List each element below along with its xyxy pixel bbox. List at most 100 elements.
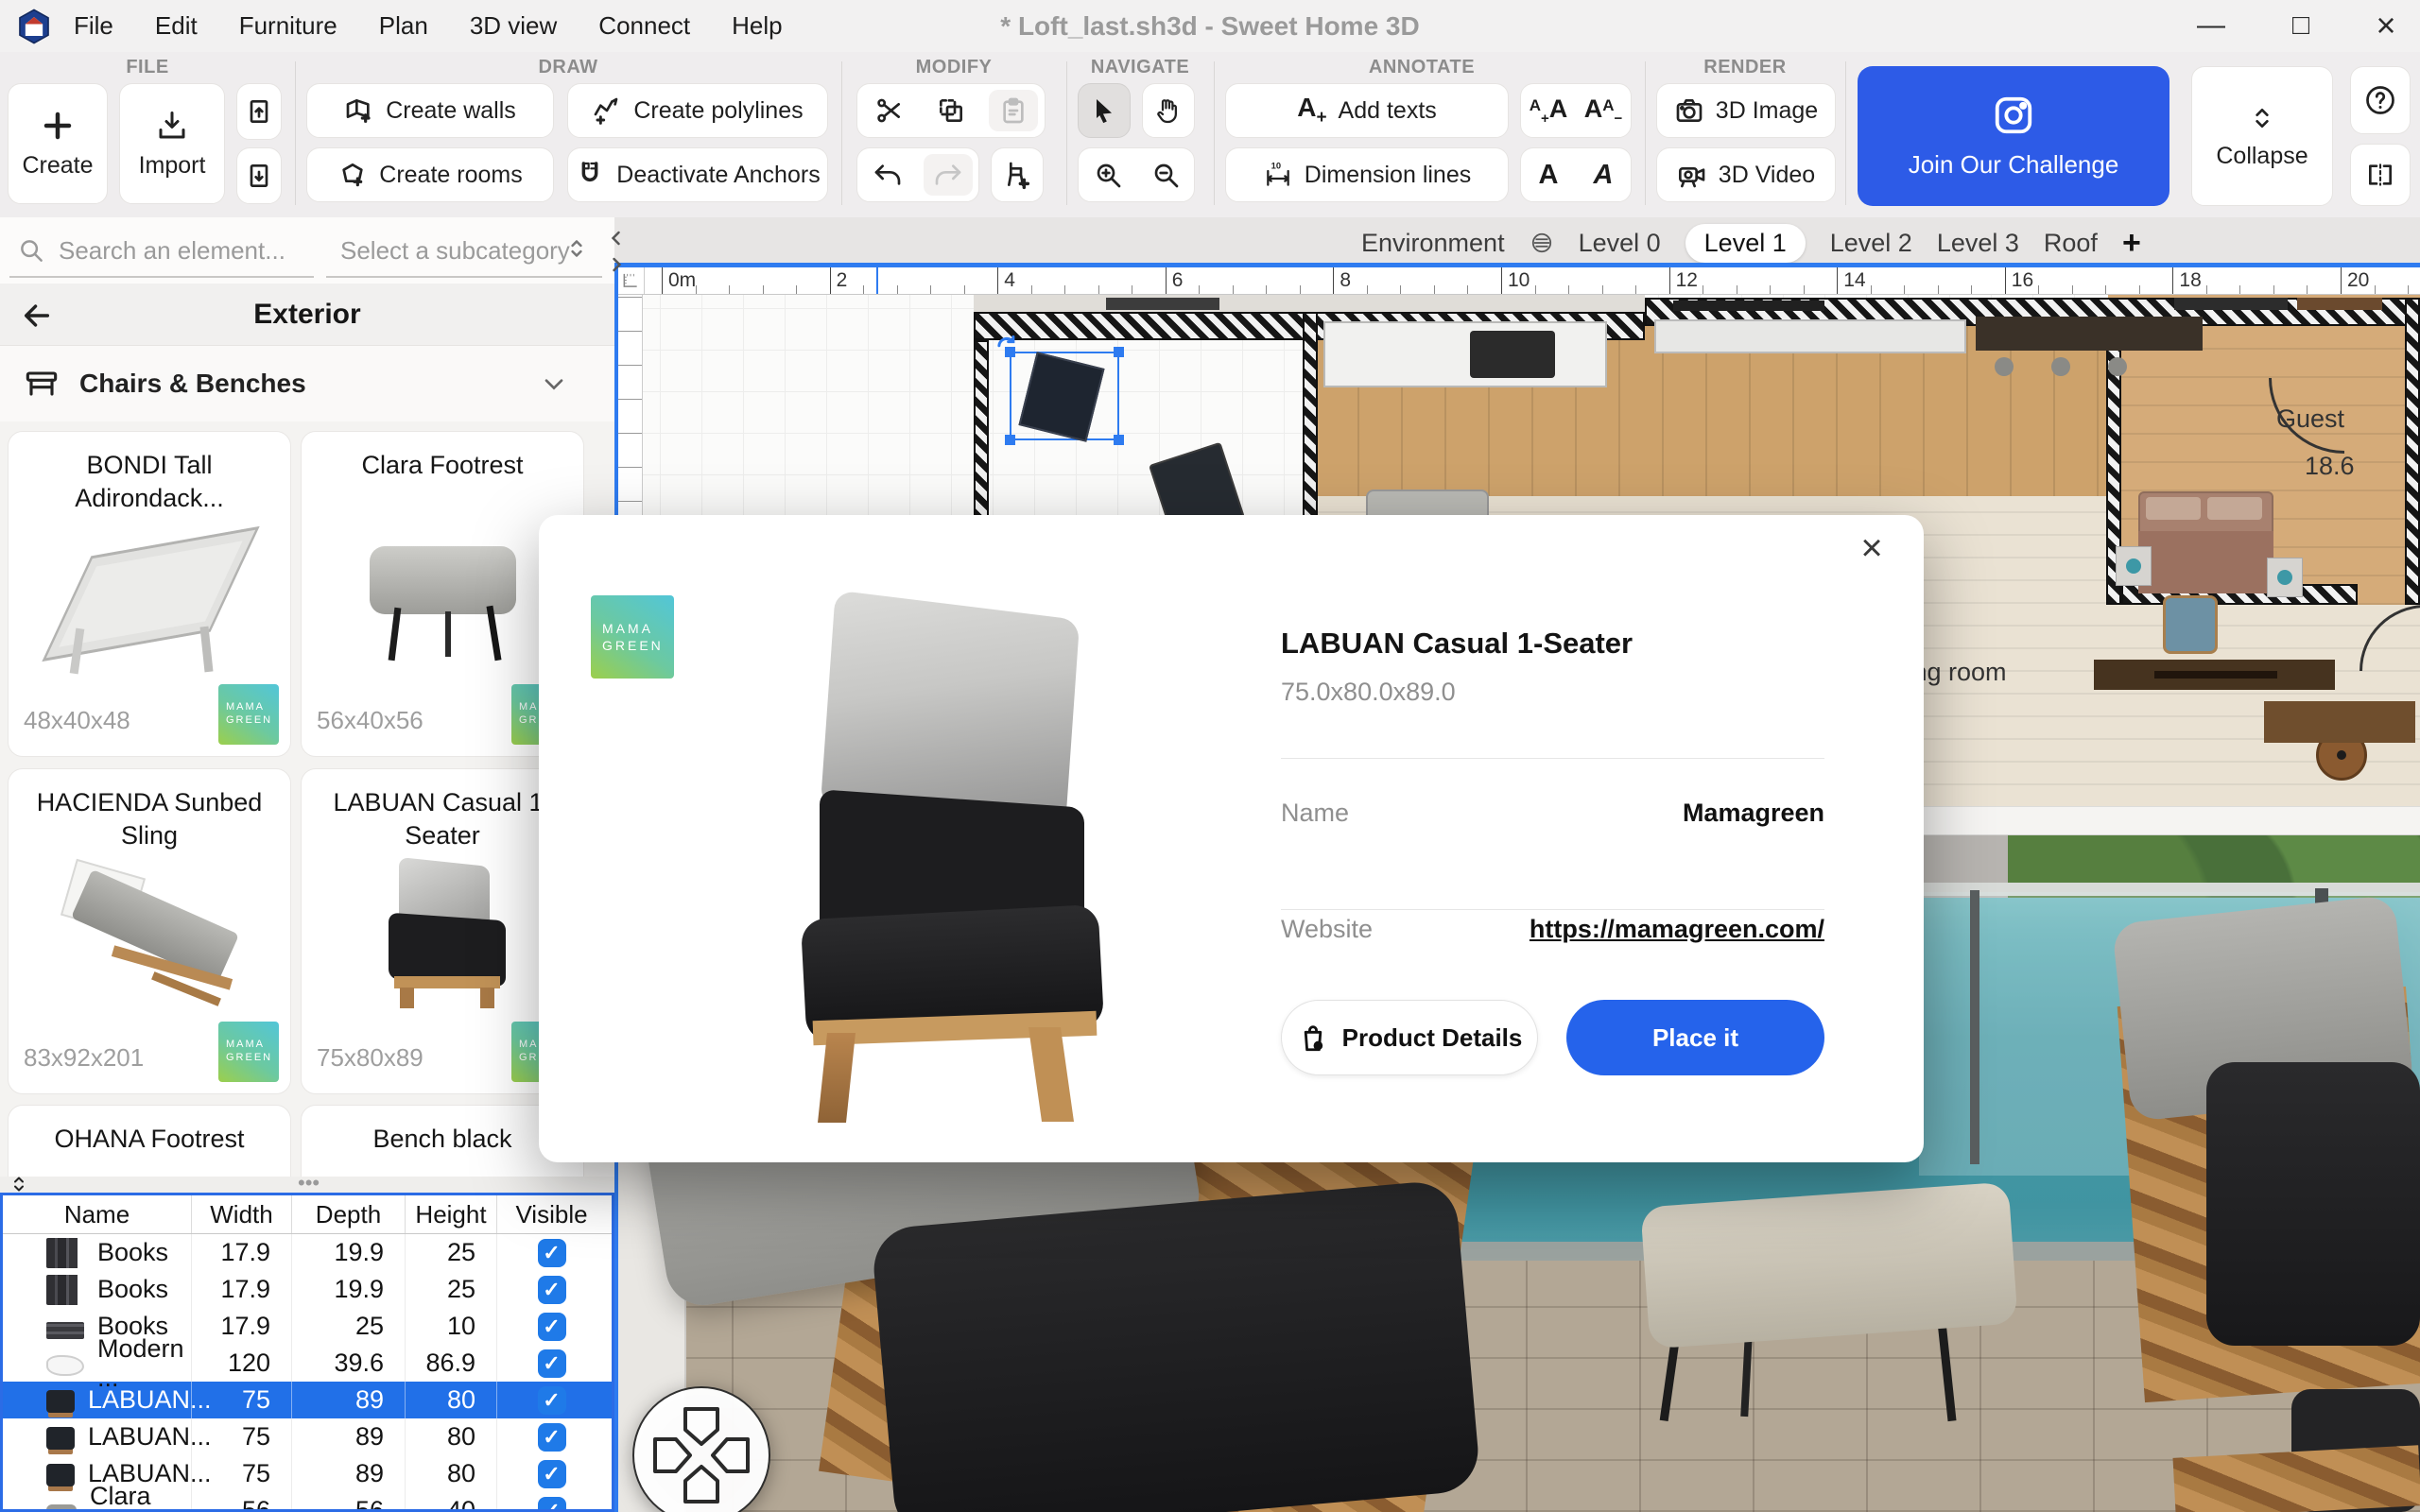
menu-file[interactable]: File (74, 11, 113, 41)
import-button[interactable]: Import (119, 83, 225, 204)
level-visibility-icon[interactable] (1530, 231, 1554, 255)
dimension-lines-button[interactable]: 10 Dimension lines (1225, 147, 1509, 202)
3d-image-button[interactable]: 3D Image (1656, 83, 1836, 138)
tab-level-2[interactable]: Level 2 (1830, 229, 1912, 258)
add-texts-button[interactable]: A+ Add texts (1225, 83, 1509, 138)
cooktop[interactable] (1470, 331, 1555, 378)
font-decrease-button[interactable]: AA− (1579, 90, 1628, 131)
3d-video-button[interactable]: 3D Video (1656, 147, 1836, 202)
kitchen-island[interactable] (1654, 319, 1966, 353)
tab-level-1[interactable]: Level 1 (1685, 224, 1806, 263)
nightstand[interactable] (2267, 558, 2303, 597)
close-button[interactable]: × (2357, 4, 2415, 46)
panel-collapse-left-icon[interactable] (605, 227, 628, 249)
kitchen-counter[interactable] (1323, 321, 1607, 387)
chevron-down-icon[interactable] (539, 369, 569, 399)
redo-button[interactable] (924, 154, 973, 196)
selection-handle[interactable] (1114, 435, 1124, 445)
selection-handle[interactable] (1114, 347, 1124, 357)
visible-checkbox[interactable]: ✓ (538, 1239, 566, 1267)
add-furniture-button[interactable] (991, 147, 1044, 202)
help-button[interactable] (2350, 66, 2411, 134)
zoom-out-button[interactable] (1141, 154, 1190, 196)
selected-furniture[interactable] (998, 342, 1131, 448)
zoom-in-button[interactable] (1083, 154, 1132, 196)
bar-counter[interactable] (1976, 317, 2203, 351)
column-depth[interactable]: Depth (292, 1195, 406, 1233)
split-view-button[interactable] (2350, 144, 2411, 206)
create-rooms-button[interactable]: Create rooms (306, 147, 554, 202)
rotate-handle-icon[interactable] (993, 333, 1021, 361)
product-details-button[interactable]: Product Details (1281, 1000, 1538, 1075)
font-increase-button[interactable]: A+A (1524, 90, 1573, 131)
join-challenge-button[interactable]: Join Our Challenge (1858, 66, 2169, 206)
nightstand[interactable] (2116, 546, 2152, 586)
tv-cabinet[interactable] (2094, 660, 2335, 690)
copy-button[interactable] (926, 90, 976, 131)
column-width[interactable]: Width (192, 1195, 292, 1233)
table-row[interactable]: Clara F...565640✓ (3, 1492, 612, 1512)
table-row[interactable]: Modern ...12039.686.9✓ (3, 1345, 612, 1382)
menu-help[interactable]: Help (732, 11, 782, 41)
tab-level-0[interactable]: Level 0 (1579, 229, 1661, 258)
visible-checkbox[interactable]: ✓ (538, 1276, 566, 1304)
wall[interactable] (2405, 298, 2420, 605)
tab-environment[interactable]: Environment (1361, 229, 1505, 258)
selection-handle[interactable] (1005, 435, 1015, 445)
catalog-item-hacienda[interactable]: HACIENDA Sunbed Sling 83x92x201 MAMAGREE… (8, 768, 291, 1094)
menu-connect[interactable]: Connect (598, 11, 690, 41)
blue-armchair[interactable] (2163, 595, 2218, 654)
paste-button[interactable] (989, 90, 1038, 131)
wall[interactable] (1303, 312, 1318, 529)
import-file-button[interactable] (236, 147, 282, 204)
visible-checkbox[interactable]: ✓ (538, 1497, 566, 1512)
stool[interactable] (2051, 357, 2070, 376)
collapse-toolbar-button[interactable]: Collapse (2191, 66, 2333, 206)
undo-button[interactable] (863, 154, 912, 196)
search-input[interactable]: Search an element... (59, 236, 285, 266)
table-row[interactable]: Books17.919.925✓ (3, 1271, 612, 1308)
visible-checkbox[interactable]: ✓ (538, 1460, 566, 1488)
create-walls-button[interactable]: Create walls (306, 83, 554, 138)
subcategory-select[interactable]: Select a subcategory (340, 236, 570, 266)
tab-roof[interactable]: Roof (2044, 229, 2098, 258)
pan-tool-button[interactable] (1142, 83, 1195, 138)
stool[interactable] (1995, 357, 2014, 376)
tv-upper[interactable] (1106, 298, 1219, 310)
create-polylines-button[interactable]: Create polylines (567, 83, 828, 138)
catalog-item-ohana[interactable]: OHANA Footrest (8, 1105, 291, 1177)
3d-navigation-pad[interactable] (631, 1384, 772, 1512)
deactivate-anchors-button[interactable]: Deactivate Anchors (567, 147, 828, 202)
wall[interactable] (974, 340, 989, 520)
menu-furniture[interactable]: Furniture (239, 11, 337, 41)
visible-checkbox[interactable]: ✓ (538, 1349, 566, 1378)
select-tool-button[interactable] (1078, 83, 1131, 138)
column-height[interactable]: Height (406, 1195, 497, 1233)
tab-level-3[interactable]: Level 3 (1937, 229, 2019, 258)
visible-checkbox[interactable]: ✓ (538, 1313, 566, 1341)
maximize-button[interactable]: □ (2272, 4, 2330, 46)
website-link[interactable]: https://mamagreen.com/ (1281, 915, 1824, 944)
wardrobe[interactable] (2174, 298, 2288, 310)
cut-button[interactable] (864, 90, 913, 131)
bold-button[interactable]: A (1524, 154, 1573, 196)
column-name[interactable]: Name (3, 1195, 192, 1233)
shelf[interactable] (2297, 298, 2382, 310)
menu-plan[interactable]: Plan (379, 11, 428, 41)
menu-edit[interactable]: Edit (155, 11, 198, 41)
add-level-button[interactable]: + (2122, 225, 2141, 262)
place-it-button[interactable]: Place it (1566, 1000, 1824, 1075)
italic-button[interactable]: A (1579, 154, 1628, 196)
export-file-button[interactable] (236, 83, 282, 140)
table-row[interactable]: Books17.919.925✓ (3, 1234, 612, 1271)
stool[interactable] (2108, 357, 2127, 376)
table-row[interactable]: LABUAN...758980✓ (3, 1418, 612, 1455)
catalog-item-bondi[interactable]: BONDI Tall Adirondack... 48x40x48 MAMAGR… (8, 431, 291, 757)
back-arrow-icon[interactable] (21, 300, 53, 332)
bench-plan[interactable] (2264, 701, 2415, 743)
shelf-upper[interactable] (1673, 301, 1824, 311)
column-visible[interactable]: Visible (497, 1195, 606, 1233)
visible-checkbox[interactable]: ✓ (538, 1423, 566, 1452)
visible-checkbox[interactable]: ✓ (538, 1386, 566, 1415)
table-row[interactable]: Books17.92510✓ (3, 1308, 612, 1345)
